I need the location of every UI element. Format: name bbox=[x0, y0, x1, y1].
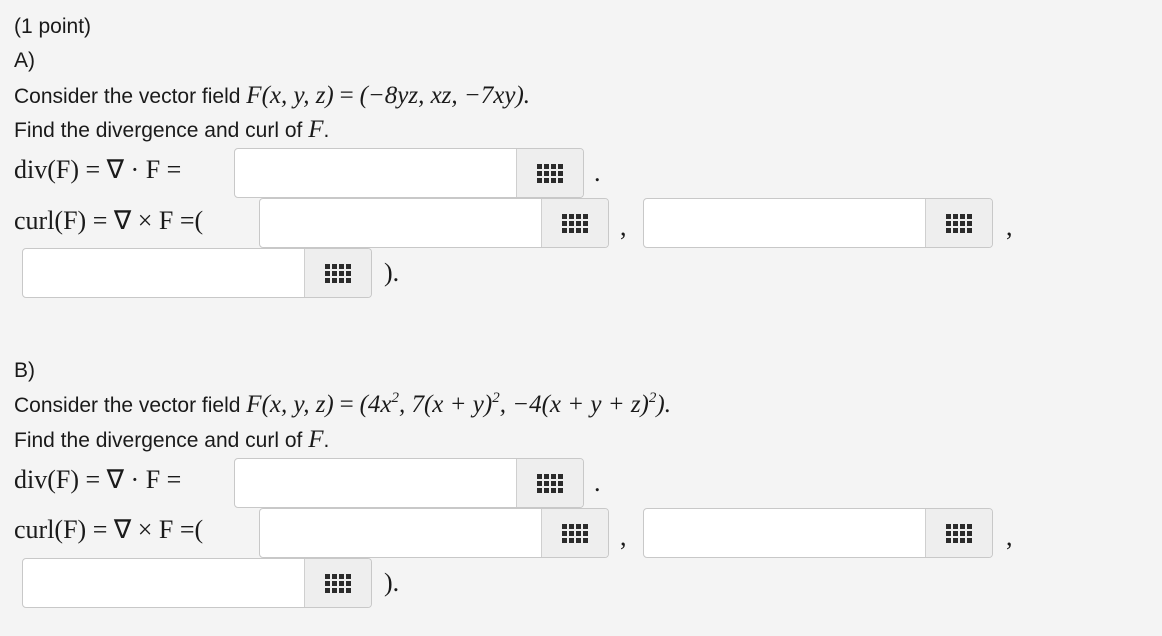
part-b-curl2-input[interactable] bbox=[644, 509, 926, 557]
part-a-find-text: Find the divergence and curl of bbox=[14, 119, 303, 142]
equation-palette-icon bbox=[537, 473, 563, 493]
part-b-vec-c: , −4(x + y + z) bbox=[499, 391, 649, 418]
part-b-curl1-input[interactable] bbox=[260, 509, 542, 557]
part-b-curl-end: ). bbox=[384, 568, 400, 597]
part-a-label: A) bbox=[14, 49, 35, 72]
part-a-curl3-input[interactable] bbox=[23, 249, 305, 297]
part-a-curl2-field[interactable] bbox=[643, 198, 993, 248]
part-a-curl1-palette-button[interactable] bbox=[541, 199, 608, 247]
part-a-find-var: F bbox=[308, 116, 324, 143]
equation-palette-icon bbox=[562, 213, 588, 233]
part-a-find: Find the divergence and curl of F. bbox=[14, 117, 329, 144]
part-b-curl3-input[interactable] bbox=[23, 559, 305, 607]
part-a-curl-label: curl(F) = ∇ × F =( bbox=[14, 206, 204, 235]
part-b-label: B) bbox=[14, 359, 35, 382]
part-a-eq: = bbox=[339, 82, 354, 109]
part-b-div-label: div(F) = ∇ · F = bbox=[14, 465, 182, 494]
part-a-div-period: . bbox=[594, 158, 601, 187]
part-a-intro: Consider the vector field bbox=[14, 85, 241, 108]
part-b-div-palette-button[interactable] bbox=[516, 459, 583, 507]
part-b-curl-label: curl(F) = ∇ × F =( bbox=[14, 515, 204, 544]
part-b-vec-c-exp: 2 bbox=[648, 390, 657, 406]
part-b-find-text: Find the divergence and curl of bbox=[14, 429, 303, 452]
part-a-curl-sep1: , bbox=[620, 212, 627, 241]
part-a-div-palette-button[interactable] bbox=[516, 149, 583, 197]
part-b-find: Find the divergence and curl of F. bbox=[14, 427, 329, 454]
equation-palette-icon bbox=[946, 213, 972, 233]
equation-palette-icon bbox=[946, 523, 972, 543]
part-b-eq: = bbox=[339, 391, 354, 418]
part-b-div-period: . bbox=[594, 468, 601, 497]
equation-palette-icon bbox=[325, 263, 351, 283]
part-b-curl2-palette-button[interactable] bbox=[925, 509, 992, 557]
part-b-div-input[interactable] bbox=[235, 459, 517, 507]
equation-palette-icon bbox=[562, 523, 588, 543]
part-b-curl3-field[interactable] bbox=[22, 558, 372, 608]
equation-palette-icon bbox=[537, 163, 563, 183]
part-b-func: F(x, y, z) bbox=[246, 391, 334, 418]
part-a-div-field[interactable] bbox=[234, 148, 584, 198]
part-a-curl2-input[interactable] bbox=[644, 199, 926, 247]
part-a-div-label: div(F) = ∇ · F = bbox=[14, 155, 182, 184]
part-b-curl3-palette-button[interactable] bbox=[304, 559, 371, 607]
part-b-curl-sep1: , bbox=[620, 522, 627, 551]
part-b-vec-b-exp: 2 bbox=[492, 390, 500, 406]
points-label: (1 point) bbox=[14, 15, 92, 38]
part-b-vec-d: ). bbox=[656, 391, 671, 418]
part-b-curl1-field[interactable] bbox=[259, 508, 609, 558]
part-a-curl-sep2: , bbox=[1006, 212, 1013, 241]
equation-palette-icon bbox=[325, 573, 351, 593]
part-a-curl3-palette-button[interactable] bbox=[304, 249, 371, 297]
part-b-curl-sep2: , bbox=[1006, 522, 1013, 551]
part-a-func: F(x, y, z) bbox=[246, 82, 334, 109]
part-b-curl2-field[interactable] bbox=[643, 508, 993, 558]
part-a-curl-end: ). bbox=[384, 258, 400, 287]
part-a-curl1-field[interactable] bbox=[259, 198, 609, 248]
part-b-find-end: . bbox=[323, 429, 330, 452]
part-a-vector: (−8yz, xz, −7xy). bbox=[359, 82, 531, 109]
part-b-vector: (4x2, 7(x + y)2, −4(x + y + z)2). bbox=[359, 390, 671, 418]
part-b-div-field[interactable] bbox=[234, 458, 584, 508]
part-b-vec-b: , 7(x + y) bbox=[398, 391, 493, 418]
part-b-statement: Consider the vector field F(x, y, z) = (… bbox=[14, 390, 671, 421]
part-a-curl1-input[interactable] bbox=[260, 199, 542, 247]
part-b-find-var: F bbox=[308, 426, 324, 453]
part-b-intro: Consider the vector field bbox=[14, 394, 241, 417]
part-b-vec-a-exp: 2 bbox=[391, 390, 399, 406]
part-b-curl1-palette-button[interactable] bbox=[541, 509, 608, 557]
part-a-curl3-field[interactable] bbox=[22, 248, 372, 298]
part-a-div-input[interactable] bbox=[235, 149, 517, 197]
part-a-find-end: . bbox=[323, 119, 330, 142]
part-a-statement: Consider the vector field F(x, y, z) = (… bbox=[14, 83, 530, 110]
part-b-vec-a: (4x bbox=[359, 391, 392, 418]
part-a-curl2-palette-button[interactable] bbox=[925, 199, 992, 247]
